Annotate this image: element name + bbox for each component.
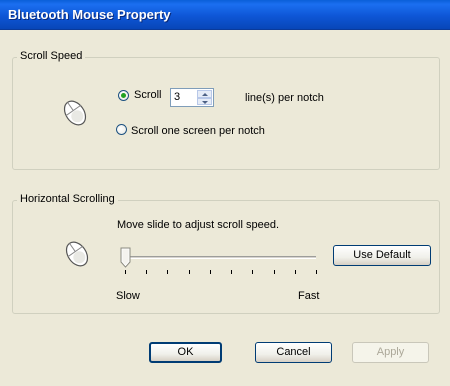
slider-tick (167, 270, 168, 274)
lines-per-notch-suffix: line(s) per notch (245, 92, 324, 104)
dialog-window: Bluetooth Mouse Property Scroll Speed Sc… (0, 0, 450, 386)
slider-tick (274, 270, 275, 274)
slider-instruction: Move slide to adjust scroll speed. (117, 219, 280, 231)
stepper-down-arrow-icon[interactable] (197, 97, 212, 105)
slider-tick (252, 270, 253, 274)
slider-tick (210, 270, 211, 274)
mouse-icon (63, 100, 87, 126)
scroll-screen-label[interactable]: Scroll one screen per notch (131, 125, 265, 137)
scroll-lines-radio[interactable] (118, 90, 129, 101)
lines-per-notch-value[interactable]: 3 (174, 91, 180, 103)
horizontal-scrolling-legend: Horizontal Scrolling (17, 193, 118, 205)
apply-button[interactable]: Apply (352, 342, 429, 363)
slider-tick (189, 270, 190, 274)
lines-per-notch-stepper[interactable]: 3 (170, 88, 214, 107)
slider-tick (146, 270, 147, 274)
title-bar[interactable]: Bluetooth Mouse Property (0, 0, 450, 30)
slider-tick (125, 270, 126, 274)
scroll-speed-slider-thumb[interactable] (120, 247, 131, 268)
scroll-speed-legend: Scroll Speed (17, 50, 86, 62)
use-default-button[interactable]: Use Default (333, 245, 431, 266)
cancel-button[interactable]: Cancel (255, 342, 332, 363)
slider-fast-label: Fast (298, 290, 320, 302)
slider-tick (295, 270, 296, 274)
ok-button[interactable]: OK (149, 342, 222, 363)
window-title: Bluetooth Mouse Property (8, 7, 171, 22)
scroll-screen-radio[interactable] (116, 124, 127, 135)
slider-slow-label: Slow (116, 290, 140, 302)
scroll-speed-slider-track[interactable] (122, 256, 316, 259)
scroll-lines-label[interactable]: Scroll (134, 89, 162, 101)
slider-tick (231, 270, 232, 274)
mouse-icon (65, 241, 89, 267)
slider-tick (316, 270, 317, 274)
stepper-up-arrow-icon[interactable] (197, 90, 212, 98)
